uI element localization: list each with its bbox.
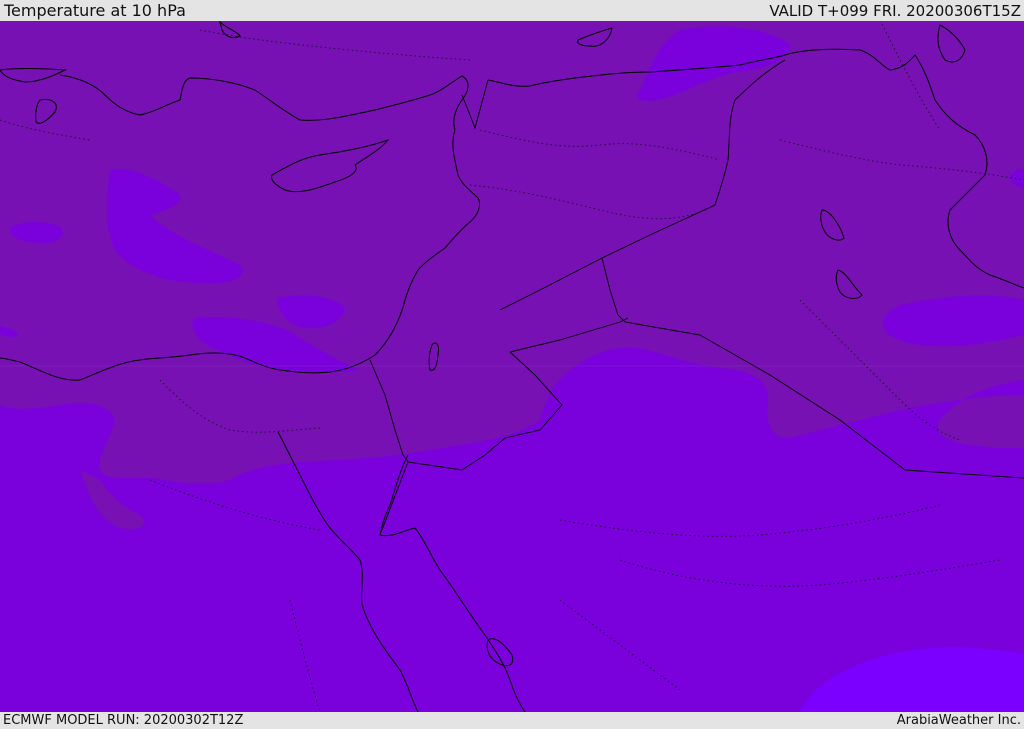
valid-time: VALID T+099 FRI. 20200306T15Z	[769, 2, 1021, 20]
credit-label: ArabiaWeather Inc.	[896, 713, 1021, 728]
model-run-label: ECMWF MODEL RUN: 20200302T12Z	[3, 713, 244, 728]
map-title: Temperature at 10 hPa	[4, 1, 186, 20]
map-area[interactable]	[0, 21, 1024, 712]
footer-bar: ECMWF MODEL RUN: 20200302T12Z ArabiaWeat…	[0, 712, 1024, 729]
temperature-map	[0, 21, 1024, 712]
header-bar: Temperature at 10 hPa VALID T+099 FRI. 2…	[0, 0, 1024, 21]
